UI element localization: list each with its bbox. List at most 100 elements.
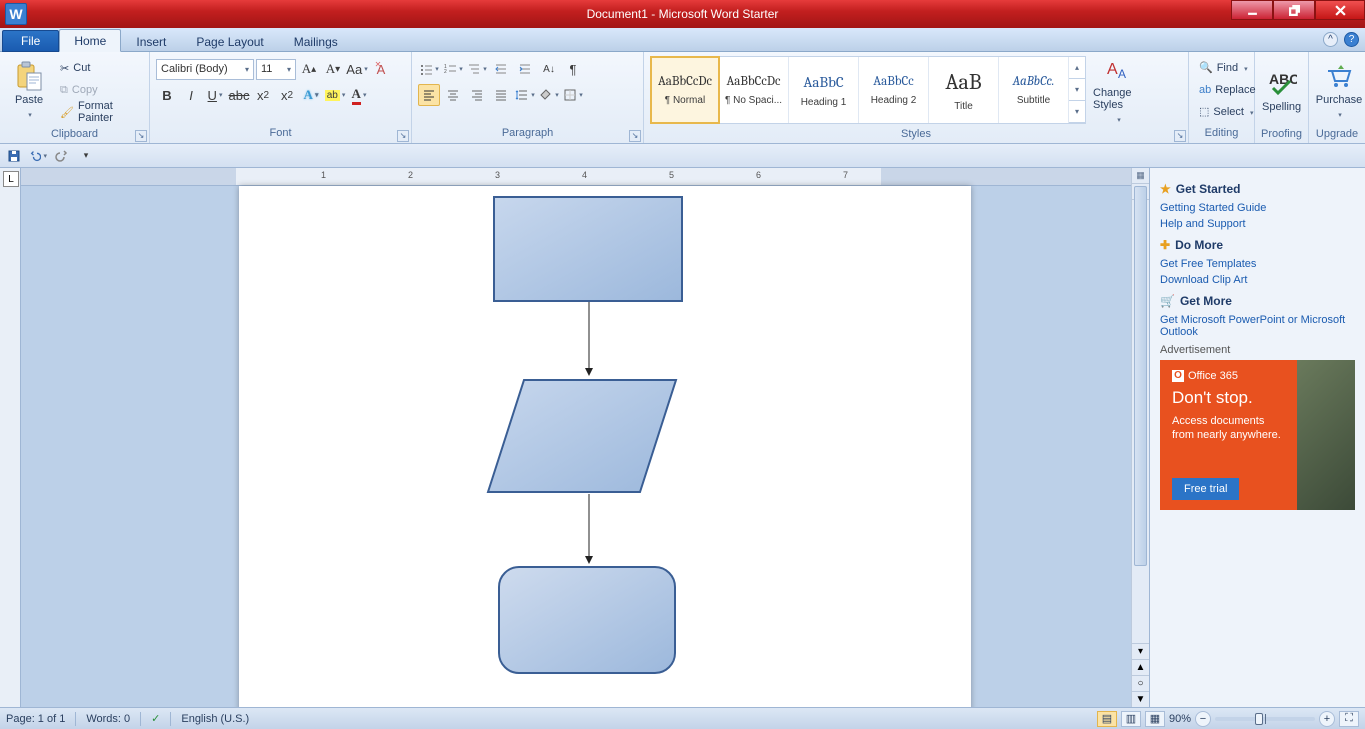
arrow-connector-2[interactable] — [583, 494, 595, 566]
ruler-toggle-icon[interactable]: ▦ — [1132, 168, 1149, 184]
style-gallery-scroll[interactable]: ▴▾▾ — [1069, 57, 1085, 123]
styles-launcher-icon[interactable]: ↘ — [1174, 130, 1186, 142]
numbering-button[interactable]: 12 — [442, 58, 464, 80]
flowchart-rectangle[interactable] — [493, 196, 683, 302]
zoom-out-button[interactable]: − — [1195, 711, 1211, 727]
prev-page-icon[interactable]: ▲ — [1132, 659, 1149, 675]
arrow-connector-1[interactable] — [583, 302, 595, 378]
tab-mailings[interactable]: Mailings — [279, 30, 353, 52]
link-templates[interactable]: Get Free Templates — [1160, 256, 1355, 272]
bold-button[interactable]: B — [156, 84, 178, 106]
underline-button[interactable]: U — [204, 84, 226, 106]
print-layout-view-button[interactable]: ▤ — [1097, 711, 1117, 727]
find-button[interactable]: 🔍Find — [1195, 57, 1260, 78]
status-words[interactable]: Words: 0 — [86, 713, 130, 725]
link-getting-started[interactable]: Getting Started Guide — [1160, 200, 1355, 216]
strike-button[interactable]: abc — [228, 84, 250, 106]
show-marks-button[interactable]: ¶ — [562, 58, 584, 80]
zoom-in-button[interactable]: + — [1319, 711, 1335, 727]
paste-dropdown-icon[interactable] — [26, 108, 32, 120]
redo-button[interactable] — [52, 146, 72, 166]
tab-home[interactable]: Home — [59, 29, 121, 52]
font-name-combo[interactable]: Calibri (Body)▾ — [156, 59, 254, 80]
zoom-slider[interactable] — [1215, 717, 1315, 721]
italic-button[interactable]: I — [180, 84, 202, 106]
flowchart-parallelogram[interactable] — [486, 378, 678, 494]
style-heading-2[interactable]: AaBbCcHeading 2 — [859, 57, 929, 123]
zoom-level[interactable]: 90% — [1169, 713, 1191, 725]
scroll-down-icon[interactable]: ▾ — [1132, 643, 1149, 659]
cut-button[interactable]: ✂Cut — [56, 58, 143, 79]
shading-button[interactable] — [538, 84, 560, 106]
subscript-button[interactable]: x2 — [252, 84, 274, 106]
justify-button[interactable] — [490, 84, 512, 106]
tab-insert[interactable]: Insert — [121, 30, 181, 52]
vertical-ruler[interactable] — [0, 168, 21, 707]
tab-file[interactable]: File — [2, 30, 59, 52]
multilevel-button[interactable] — [466, 58, 488, 80]
status-page[interactable]: Page: 1 of 1 — [6, 713, 65, 725]
minimize-button[interactable] — [1231, 0, 1273, 20]
grow-font-button[interactable]: A▴ — [298, 58, 320, 80]
flowchart-rounded-rect[interactable] — [498, 566, 676, 674]
link-get-office[interactable]: Get Microsoft PowerPoint or Microsoft Ou… — [1160, 312, 1355, 340]
ad-cta-button[interactable]: Free trial — [1172, 478, 1239, 500]
paragraph-launcher-icon[interactable]: ↘ — [629, 130, 641, 142]
highlight-button[interactable]: ab — [324, 84, 346, 106]
reading-view-button[interactable]: ▥ — [1121, 711, 1141, 727]
style-heading-1[interactable]: AaBbCHeading 1 — [789, 57, 859, 123]
borders-button[interactable] — [562, 84, 584, 106]
bullets-button[interactable] — [418, 58, 440, 80]
web-layout-view-button[interactable]: ▦ — [1145, 711, 1165, 727]
page[interactable] — [239, 186, 971, 707]
font-size-combo[interactable]: 11▾ — [256, 59, 296, 80]
clear-formatting-button[interactable]: A✕ — [370, 58, 392, 80]
paste-button[interactable]: Paste — [6, 54, 52, 126]
font-color-button[interactable]: A — [348, 84, 370, 106]
change-styles-button[interactable]: AA Change Styles — [1092, 54, 1144, 126]
clipboard-launcher-icon[interactable]: ↘ — [135, 130, 147, 142]
sort-button[interactable]: A↓ — [538, 58, 560, 80]
maximize-button[interactable] — [1273, 0, 1315, 20]
style-subtitle[interactable]: AaBbCc.Subtitle — [999, 57, 1069, 123]
style-title[interactable]: AaBTitle — [929, 57, 999, 123]
purchase-button[interactable]: Purchase — [1315, 54, 1363, 126]
minimize-ribbon-icon[interactable]: ^ — [1323, 32, 1338, 47]
advertisement[interactable]: OOffice 365 Don't stop. Access documents… — [1160, 360, 1355, 510]
browse-object-icon[interactable]: ○ — [1132, 675, 1149, 691]
superscript-button[interactable]: x2 — [276, 84, 298, 106]
replace-button[interactable]: abReplace — [1195, 79, 1260, 100]
close-button[interactable] — [1315, 0, 1365, 20]
increase-indent-button[interactable] — [514, 58, 536, 80]
link-clipart[interactable]: Download Clip Art — [1160, 272, 1355, 288]
save-button[interactable] — [4, 146, 24, 166]
line-spacing-button[interactable] — [514, 84, 536, 106]
help-icon[interactable]: ? — [1344, 32, 1359, 47]
link-help-support[interactable]: Help and Support — [1160, 216, 1355, 232]
text-effects-button[interactable]: A — [300, 84, 322, 106]
style-normal[interactable]: AaBbCcDc¶ Normal — [650, 56, 720, 124]
status-language[interactable]: English (U.S.) — [181, 713, 249, 725]
align-left-button[interactable] — [418, 84, 440, 106]
align-right-button[interactable] — [466, 84, 488, 106]
format-painter-button[interactable]: 🖌Format Painter — [56, 102, 143, 123]
select-button[interactable]: ⬚Select — [1195, 101, 1260, 122]
font-launcher-icon[interactable]: ↘ — [397, 130, 409, 142]
style-no-spacing[interactable]: AaBbCcDc¶ No Spaci... — [719, 57, 789, 123]
horizontal-ruler[interactable]: 1234567 — [21, 168, 1131, 186]
decrease-indent-button[interactable] — [490, 58, 512, 80]
qat-customize-button[interactable]: ▾ — [76, 146, 96, 166]
fullscreen-button[interactable]: ⛶ — [1339, 711, 1359, 727]
next-page-icon[interactable]: ▼ — [1132, 691, 1149, 707]
change-case-button[interactable]: Aa — [346, 58, 368, 80]
vertical-scrollbar[interactable]: ▦ ▴ ▾ ▲ ○ ▼ — [1131, 168, 1149, 707]
undo-button[interactable] — [28, 146, 48, 166]
align-center-button[interactable] — [442, 84, 464, 106]
scroll-thumb[interactable] — [1134, 186, 1147, 566]
document-area[interactable]: 1234567 — [21, 168, 1131, 707]
spelling-button[interactable]: ABC Spelling — [1261, 54, 1302, 126]
copy-button[interactable]: ⧉Copy — [56, 80, 143, 101]
tab-page-layout[interactable]: Page Layout — [181, 30, 278, 52]
proofing-status-icon[interactable]: ✓ — [151, 712, 160, 725]
shrink-font-button[interactable]: A▾ — [322, 58, 344, 80]
